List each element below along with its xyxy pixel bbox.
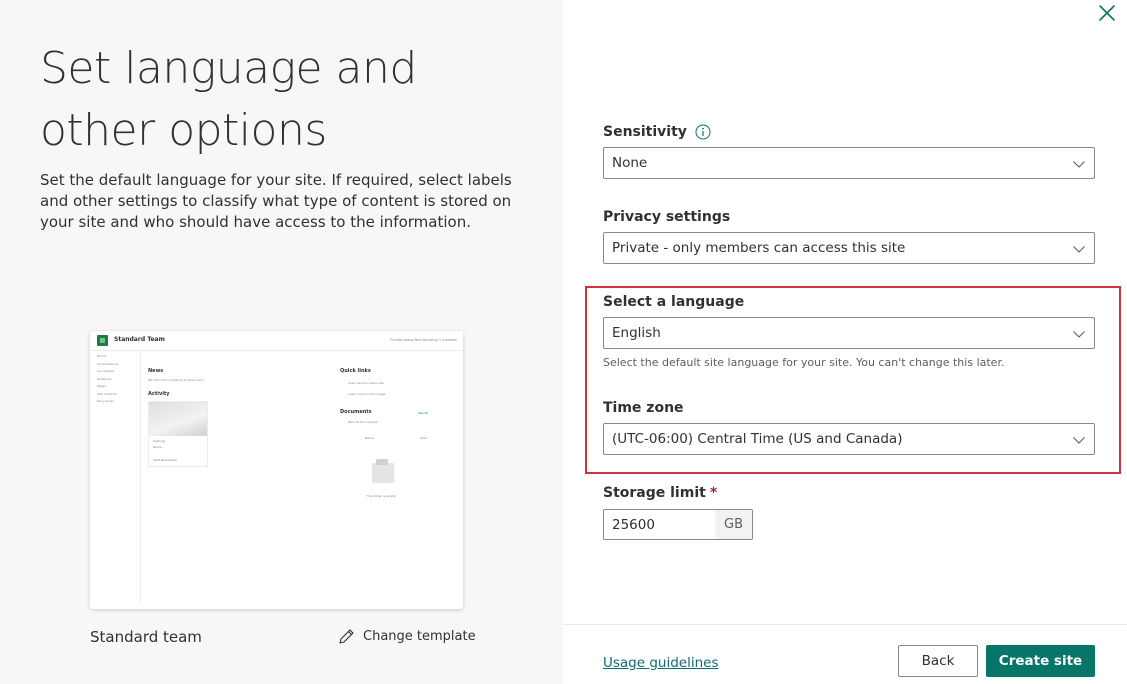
privacy-value: Private - only members can access this s… <box>612 240 906 256</box>
change-template-label: Change template <box>363 629 476 644</box>
back-button[interactable]: Back <box>898 645 978 677</box>
privacy-label-text: Privacy settings <box>603 209 731 225</box>
template-preview: Standard Team Private group Not followin… <box>90 331 463 609</box>
required-mark: * <box>709 485 718 501</box>
preview-nav-item: Site contents <box>97 391 117 396</box>
preview-doc-toolbar: New All Documents <box>348 420 378 424</box>
preview-nav-item: Pages <box>97 384 106 388</box>
chevron-down-icon <box>1073 161 1085 168</box>
preview-activity-title: Activity <box>148 391 170 397</box>
sensitivity-dropdown[interactable]: None <box>603 147 1095 179</box>
left-pane: Set language and other options Set the d… <box>0 0 563 684</box>
language-hint: Select the default site language for you… <box>603 356 1005 369</box>
preview-news-text: We didn't find anything to show here <box>148 378 204 382</box>
preview-quick-links-title: Quick links <box>340 368 371 374</box>
timezone-label: Time zone <box>603 400 684 416</box>
sensitivity-value: None <box>612 155 648 171</box>
preview-header: Standard Team Private group Not followin… <box>90 331 463 351</box>
preview-nav-item: Conversations <box>97 361 119 366</box>
preview-doc-column: Name <box>365 436 374 440</box>
page-description: Set the default language for your site. … <box>40 171 512 231</box>
storage-unit: GB <box>715 510 752 539</box>
language-dropdown[interactable]: English <box>603 317 1095 349</box>
preview-site-name: Standard Team <box>114 336 165 343</box>
language-label: Select a language <box>603 294 744 310</box>
preview-nav-item: Home <box>97 354 106 358</box>
preview-site-logo <box>97 335 108 346</box>
footer-divider <box>563 624 1127 625</box>
preview-news-title: News <box>148 368 164 374</box>
chevron-down-icon <box>1073 331 1085 338</box>
preview-nav-item: Recycle bin <box>97 399 115 403</box>
sensitivity-label-text: Sensitivity <box>603 124 687 140</box>
preview-activity-card: Settings Name Staff Newsletter <box>148 401 208 467</box>
storage-input[interactable] <box>604 510 715 539</box>
privacy-label: Privacy settings <box>603 209 730 225</box>
timezone-value: (UTC-06:00) Central Time (US and Canada) <box>612 431 903 447</box>
change-template-link[interactable]: Change template <box>338 628 476 645</box>
language-label-text: Select a language <box>603 294 745 310</box>
preview-divider <box>140 353 141 603</box>
close-button[interactable] <box>1096 2 1118 24</box>
chevron-down-icon <box>1073 437 1085 444</box>
preview-see-all: See all <box>418 411 429 415</box>
preview-card-title: Settings <box>153 439 166 443</box>
preview-doc-column-right: Modi <box>420 436 428 440</box>
storage-field: GB <box>603 509 753 540</box>
preview-nav: Home Conversations Documents Notebook Pa… <box>97 353 137 406</box>
privacy-dropdown[interactable]: Private - only members can access this s… <box>603 232 1095 264</box>
sensitivity-label: Sensitivity <box>603 124 711 140</box>
language-value: English <box>612 325 661 341</box>
chevron-down-icon <box>1073 246 1085 253</box>
preview-folder-icon <box>372 459 394 483</box>
timezone-label-text: Time zone <box>603 400 684 416</box>
pencil-icon <box>339 629 354 644</box>
preview-quick-link: Learn how to add a page <box>348 392 386 396</box>
preview-nav-item: Documents <box>97 369 115 373</box>
preview-quick-link: Learn about a team site <box>348 381 384 385</box>
template-name: Standard team <box>90 628 202 646</box>
preview-card-sub: Name <box>153 445 162 449</box>
preview-card-footer: Staff Newsletter <box>153 458 178 462</box>
preview-card-image <box>149 402 207 436</box>
create-site-button[interactable]: Create site <box>986 645 1095 677</box>
timezone-dropdown[interactable]: (UTC-06:00) Central Time (US and Canada) <box>603 423 1095 455</box>
usage-guidelines-link[interactable]: Usage guidelines <box>603 655 719 671</box>
page-title: Set language and other options <box>40 43 417 156</box>
preview-documents-title: Documents <box>340 409 372 415</box>
storage-label-text: Storage limit <box>603 485 706 501</box>
preview-empty-folder: This folder is empty <box>366 494 396 498</box>
storage-label: Storage limit * <box>603 485 717 501</box>
close-icon <box>1099 5 1115 21</box>
info-icon[interactable] <box>695 124 711 140</box>
preview-nav-item: Notebook <box>97 376 112 381</box>
preview-header-right: Private group Not following 1 member <box>390 338 457 342</box>
